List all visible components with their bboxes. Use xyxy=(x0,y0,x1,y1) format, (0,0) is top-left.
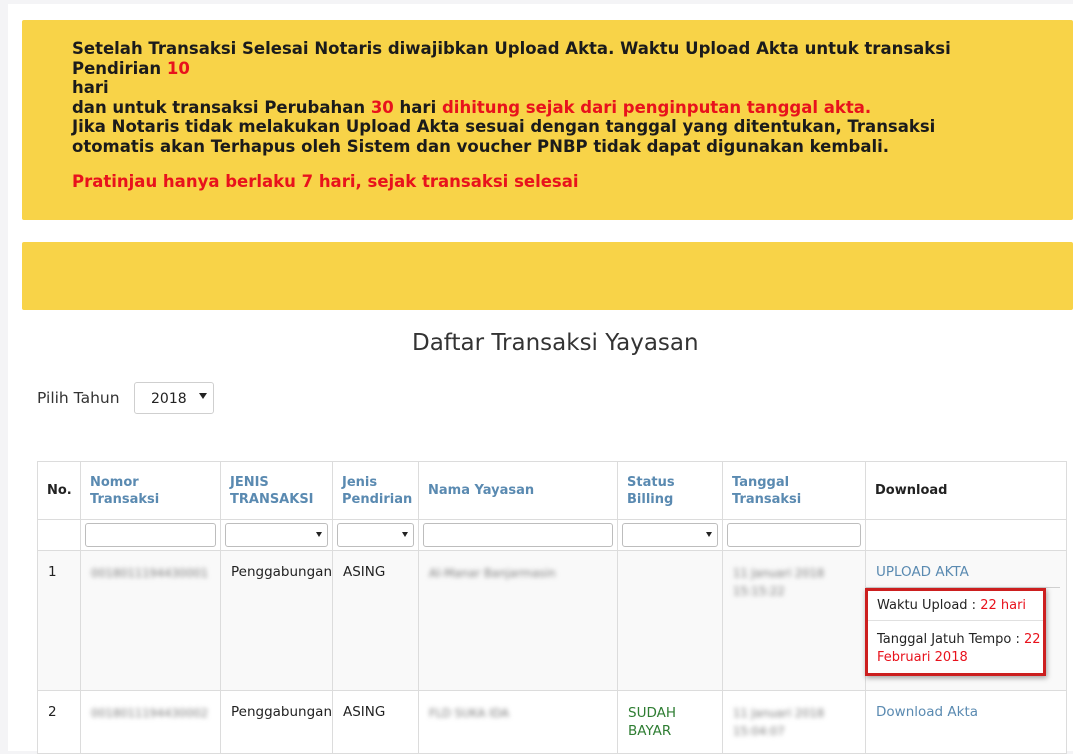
row-nomor: 0018011194430002 xyxy=(80,690,221,754)
row-jenis-pendirian: ASING xyxy=(332,690,419,754)
upload-akta-link[interactable]: UPLOAD AKTA xyxy=(876,564,969,580)
row-no: 2 xyxy=(37,690,81,754)
filter-jenis-transaksi-select[interactable] xyxy=(225,523,328,547)
caret-down-icon xyxy=(706,532,712,537)
row-nama: Al-Manar Banjarmasin xyxy=(418,550,618,691)
col-header-status-billing[interactable]: Status Billing xyxy=(617,461,723,520)
download-akta-link[interactable]: Download Akta xyxy=(876,704,978,720)
row-download: Download Akta xyxy=(865,690,1067,754)
row-status: SUDAH BAYAR xyxy=(617,690,723,754)
col-header-nama-yayasan[interactable]: Nama Yayasan xyxy=(418,461,618,520)
row-tanggal: 11 Januari 2018 15:04:07 xyxy=(722,690,866,754)
upload-deadline-callout: Waktu Upload : 22 hari Tanggal Jatuh Tem… xyxy=(865,588,1046,676)
year-select[interactable]: 2018 xyxy=(134,382,214,414)
secondary-notice-banner xyxy=(22,242,1073,310)
caret-down-icon xyxy=(316,532,322,537)
preview-warning: Pratinjau hanya berlaku 7 hari, sejak tr… xyxy=(72,172,579,191)
year-filter-label: Pilih Tahun xyxy=(37,389,120,407)
row-no: 1 xyxy=(37,550,81,691)
caret-down-icon xyxy=(199,393,207,399)
perubahan-days: 30 xyxy=(370,97,394,117)
row-jenis-pendirian: ASING xyxy=(332,550,419,691)
filter-row xyxy=(37,519,1067,551)
upload-notice-banner: Setelah Transaksi Selesai Notaris diwaji… xyxy=(22,20,1073,220)
row-jenis-transaksi: Penggabungan xyxy=(220,550,333,691)
col-header-jenis-transaksi[interactable]: JENIS TRANSAKSI xyxy=(220,461,333,520)
col-header-jenis-pendirian[interactable]: Jenis Pendirian xyxy=(332,461,419,520)
col-header-download: Download xyxy=(865,461,1067,520)
notice-text: Setelah Transaksi Selesai Notaris diwaji… xyxy=(72,39,951,156)
row-nomor: 0018011194430001 xyxy=(80,550,221,691)
row-jenis-transaksi: Penggabungan xyxy=(220,690,333,754)
row-nama: FLD SUKA IDA xyxy=(418,690,618,754)
status-badge: SUDAH BAYAR xyxy=(628,705,676,739)
table-row: 2 0018011194430002 Penggabungan ASING FL… xyxy=(37,690,1067,754)
filter-jenis-pendirian-select[interactable] xyxy=(337,523,414,547)
filter-tanggal-input[interactable] xyxy=(727,523,861,547)
row-status xyxy=(617,550,723,691)
row-tanggal: 11 Januari 2018 15:15:22 xyxy=(722,550,866,691)
col-header-no[interactable]: No. xyxy=(37,461,81,520)
col-header-tanggal-transaksi[interactable]: Tanggal Transaksi xyxy=(722,461,866,520)
page-title: Daftar Transaksi Yayasan xyxy=(412,330,699,356)
col-header-nomor-transaksi[interactable]: Nomor Transaksi xyxy=(80,461,221,520)
caret-down-icon xyxy=(402,532,408,537)
filter-nomor-input[interactable] xyxy=(85,523,216,547)
table-header-row: No. Nomor Transaksi JENIS TRANSAKSI Jeni… xyxy=(37,461,1067,520)
pendirian-days: 10 xyxy=(166,58,190,78)
filter-nama-input[interactable] xyxy=(423,523,613,547)
filter-status-select[interactable] xyxy=(622,523,718,547)
